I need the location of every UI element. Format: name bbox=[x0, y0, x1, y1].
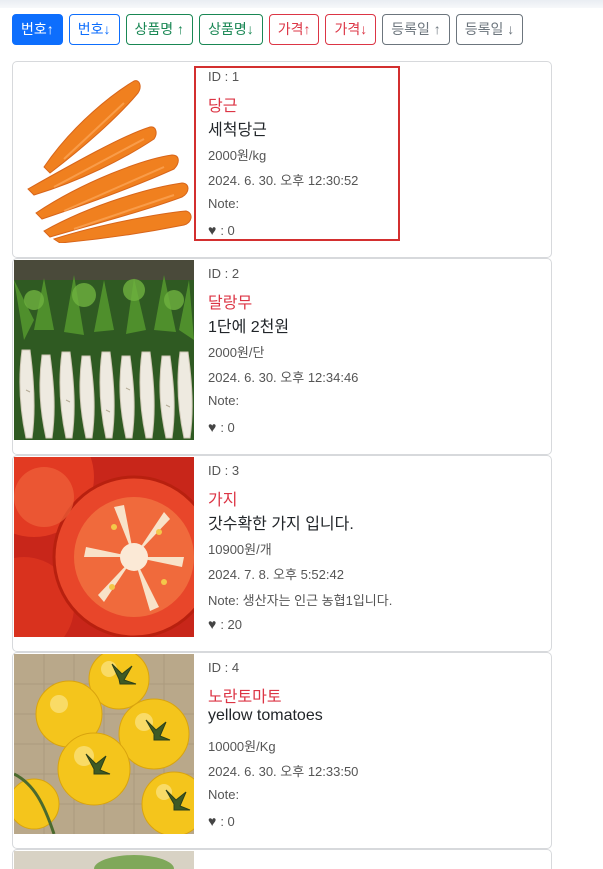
sort-date-desc-button[interactable]: 등록일 ↓ bbox=[455, 14, 524, 45]
product-note: Note: 생산자는 인근 농협1입니다. bbox=[208, 593, 393, 608]
product-card[interactable] bbox=[12, 849, 552, 869]
like-count: : 20 bbox=[220, 616, 242, 632]
product-note: Note: bbox=[208, 393, 240, 408]
sort-toolbar: 번호↑ 번호↓ 상품명 ↑ 상품명↓ 가격↑ 가격↓ 등록일 ↑ 등록일 ↓ bbox=[12, 14, 524, 45]
product-date: 2024. 6. 30. 오후 12:33:50 bbox=[208, 764, 359, 779]
sort-name-asc-button[interactable]: 상품명 ↑ bbox=[125, 14, 194, 45]
product-image-partial bbox=[14, 851, 194, 869]
product-card[interactable]: ID : 1 당근 세척당근 2000원/kg 2024. 6. 30. 오후 … bbox=[12, 61, 552, 258]
product-image-tomato-slices bbox=[14, 457, 194, 637]
like-row: ♥ : 0 bbox=[208, 813, 235, 829]
product-description: 세척당근 bbox=[208, 122, 267, 139]
top-strip bbox=[0, 0, 603, 8]
sort-id-desc-button[interactable]: 번호↓ bbox=[68, 14, 120, 45]
product-price: 2000원/kg bbox=[208, 148, 267, 163]
product-note: Note: bbox=[208, 787, 240, 802]
product-id: ID : 2 bbox=[208, 266, 240, 281]
product-name[interactable]: 달랑무 bbox=[208, 289, 252, 313]
heart-icon[interactable]: ♥ bbox=[208, 616, 216, 632]
like-row: ♥ : 0 bbox=[208, 222, 235, 238]
product-name[interactable]: 노란토마토 bbox=[208, 683, 282, 707]
product-date: 2024. 6. 30. 오후 12:30:52 bbox=[208, 173, 359, 188]
like-count: : 0 bbox=[220, 222, 235, 238]
sort-price-asc-button[interactable]: 가격↑ bbox=[268, 14, 320, 45]
product-name[interactable]: 가지 bbox=[208, 486, 237, 510]
like-row: ♥ : 20 bbox=[208, 616, 242, 632]
product-price: 2000원/단 bbox=[208, 345, 265, 360]
product-price: 10900원/개 bbox=[208, 542, 272, 557]
like-row: ♥ : 0 bbox=[208, 419, 235, 435]
heart-icon[interactable]: ♥ bbox=[208, 419, 216, 435]
product-price: 10000원/Kg bbox=[208, 739, 276, 754]
heart-icon[interactable]: ♥ bbox=[208, 222, 216, 238]
sort-date-asc-button[interactable]: 등록일 ↑ bbox=[382, 14, 450, 45]
product-id: ID : 4 bbox=[208, 660, 240, 675]
product-description: 갓수확한 가지 입니다. bbox=[208, 516, 354, 533]
sort-name-desc-button[interactable]: 상품명↓ bbox=[199, 14, 263, 45]
product-date: 2024. 6. 30. 오후 12:34:46 bbox=[208, 370, 359, 385]
product-card[interactable]: ID : 2 달랑무 1단에 2천원 2000원/단 2024. 6. 30. … bbox=[12, 258, 552, 455]
product-card[interactable]: ID : 4 노란토마토 yellow tomatoes 10000원/Kg 2… bbox=[12, 652, 552, 849]
product-date: 2024. 7. 8. 오후 5:52:42 bbox=[208, 567, 344, 582]
product-id: ID : 1 bbox=[208, 69, 240, 84]
product-description: 1단에 2천원 bbox=[208, 319, 290, 336]
product-image-yellow-tomatoes bbox=[14, 654, 194, 834]
like-count: : 0 bbox=[220, 813, 235, 829]
product-note: Note: bbox=[208, 196, 240, 211]
heart-icon[interactable]: ♥ bbox=[208, 813, 216, 829]
product-name[interactable]: 당근 bbox=[208, 92, 237, 116]
product-card[interactable]: ID : 3 가지 갓수확한 가지 입니다. 10900원/개 2024. 7.… bbox=[12, 455, 552, 652]
product-id: ID : 3 bbox=[208, 463, 240, 478]
sort-id-asc-button[interactable]: 번호↑ bbox=[12, 14, 63, 45]
product-image-carrots bbox=[14, 63, 194, 243]
like-count: : 0 bbox=[220, 419, 235, 435]
product-list: ID : 1 당근 세척당근 2000원/kg 2024. 6. 30. 오후 … bbox=[12, 61, 552, 869]
product-image-radishes bbox=[14, 260, 194, 440]
sort-price-desc-button[interactable]: 가격↓ bbox=[325, 14, 377, 45]
product-description: yellow tomatoes bbox=[208, 707, 323, 724]
